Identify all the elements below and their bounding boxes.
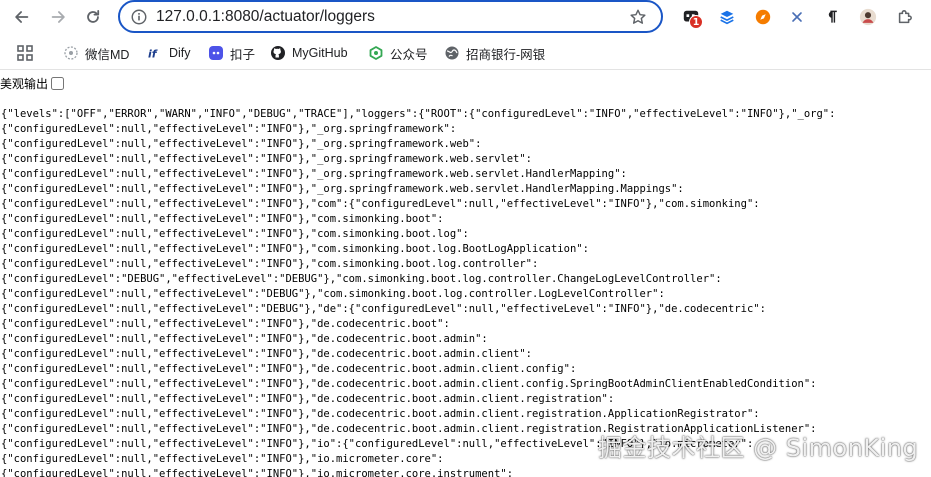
compass-icon	[755, 9, 771, 25]
bookmark-cmb[interactable]: 招商银行-网银	[444, 43, 545, 63]
pretty-print-checkbox[interactable]	[51, 76, 65, 90]
json-line: {"configuredLevel":null,"effectiveLevel"…	[1, 408, 760, 420]
pretty-print-label: 美观输出	[0, 76, 49, 91]
address-bar[interactable]	[118, 0, 663, 33]
bookmark-label: 扣子	[230, 47, 256, 62]
json-line: {"configuredLevel":null,"effectiveLevel"…	[1, 378, 817, 390]
reload-icon	[87, 9, 100, 23]
json-line: {"configuredLevel":null,"effectiveLevel"…	[1, 348, 533, 360]
json-line: {"configuredLevel":null,"effectiveLevel"…	[1, 123, 457, 135]
json-line: {"configuredLevel":null,"effectiveLevel"…	[1, 318, 450, 330]
json-line: {"configuredLevel":null,"effectiveLevel"…	[1, 393, 615, 405]
back-button[interactable]	[11, 6, 33, 28]
bookmark-dify[interactable]: if Dify	[147, 43, 191, 63]
extension-paragraph[interactable]	[821, 6, 843, 28]
extension-compass[interactable]	[752, 6, 774, 28]
dify-icon: if	[147, 45, 163, 61]
site-info-icon[interactable]	[130, 8, 148, 26]
bookmark-label: 公众号	[390, 47, 428, 62]
json-line: {"configuredLevel":null,"effectiveLevel"…	[1, 288, 665, 300]
json-line: {"configuredLevel":null,"effectiveLevel"…	[1, 333, 488, 345]
json-line: {"configuredLevel":null,"effectiveLevel"…	[1, 468, 514, 477]
json-line: {"configuredLevel":null,"effectiveLevel"…	[1, 153, 533, 165]
url-input[interactable]	[156, 8, 626, 26]
json-response-body: {"levels":["OFF","ERROR","WARN","INFO","…	[1, 107, 931, 477]
bookmark-label: 招商银行-网银	[466, 47, 546, 62]
bookmark-label: MyGitHub	[292, 46, 348, 60]
json-line: {"configuredLevel":null,"effectiveLevel"…	[1, 228, 469, 240]
avatar-icon	[859, 8, 877, 26]
apps-grid-icon[interactable]	[16, 44, 34, 62]
browser-toolbar: 1	[0, 0, 931, 36]
json-line: {"configuredLevel":null,"effectiveLevel"…	[1, 183, 684, 195]
bookmark-label: 微信MD	[85, 47, 130, 62]
globe-icon	[444, 45, 460, 61]
layers-icon	[720, 10, 734, 25]
wechat-md-icon	[63, 45, 79, 61]
extension-x[interactable]	[786, 6, 808, 28]
json-line: {"configuredLevel":null,"effectiveLevel"…	[1, 198, 760, 210]
paragraph-icon	[828, 10, 837, 23]
extension-layers[interactable]	[716, 6, 738, 28]
bookmark-wechat-md[interactable]: 微信MD	[63, 43, 129, 63]
reload-button[interactable]	[82, 6, 104, 28]
pretty-print-row: 美观输出	[0, 74, 65, 92]
json-line: {"configuredLevel":null,"effectiveLevel"…	[1, 168, 627, 180]
json-line: {"levels":["OFF","ERROR","WARN","INFO","…	[1, 108, 836, 120]
notification-badge: 1	[689, 15, 703, 29]
wechat-icon	[368, 45, 384, 61]
bookmark-wechat-official[interactable]: 公众号	[368, 43, 428, 63]
json-line: {"configuredLevel":null,"effectiveLevel"…	[1, 243, 589, 255]
coze-icon	[208, 45, 224, 61]
puzzle-icon	[898, 10, 912, 24]
bookmarks-bar: 微信MD if Dify 扣子 MyGitHub 公众号 招商银行-网银	[0, 36, 931, 70]
extension-chat[interactable]: 1	[680, 6, 703, 29]
forward-button[interactable]	[47, 6, 69, 28]
x-icon	[792, 12, 802, 22]
svg-text:if: if	[148, 48, 158, 61]
bookmark-mygithub[interactable]: MyGitHub	[270, 43, 348, 63]
bookmark-label: Dify	[169, 46, 191, 60]
extensions-menu[interactable]	[894, 6, 916, 28]
json-line: {"configuredLevel":null,"effectiveLevel"…	[1, 363, 577, 375]
json-line: {"configuredLevel":null,"effectiveLevel"…	[1, 138, 482, 150]
json-line: {"configuredLevel":"DEBUG","effectiveLev…	[1, 273, 722, 285]
github-icon	[270, 45, 286, 61]
bookmark-star-icon[interactable]	[629, 8, 647, 26]
json-line: {"configuredLevel":null,"effectiveLevel"…	[1, 303, 766, 315]
json-line: {"configuredLevel":null,"effectiveLevel"…	[1, 258, 539, 270]
profile-avatar[interactable]	[857, 6, 879, 28]
arrow-right-icon	[51, 11, 65, 23]
bookmark-coze[interactable]: 扣子	[208, 43, 255, 63]
watermark: 掘金技术社区 @ SimonKing	[598, 434, 919, 462]
arrow-left-icon	[15, 11, 29, 23]
json-line: {"configuredLevel":null,"effectiveLevel"…	[1, 213, 444, 225]
